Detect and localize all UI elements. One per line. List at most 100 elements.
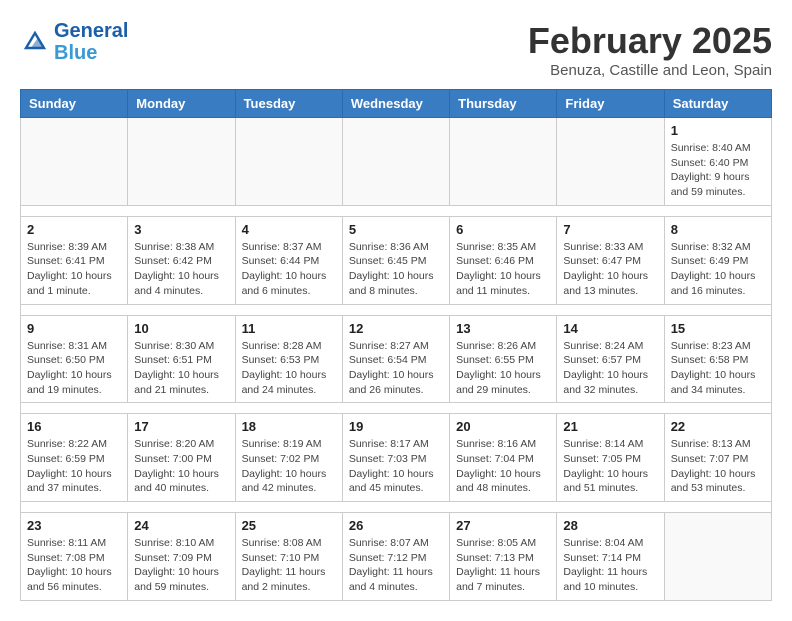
weekday-header-sunday: Sunday [21, 90, 128, 118]
day-info: Sunrise: 8:27 AM Sunset: 6:54 PM Dayligh… [349, 339, 443, 398]
calendar-cell [235, 118, 342, 206]
day-number: 27 [456, 518, 550, 533]
calendar-cell: 15 Sunrise: 8:23 AM Sunset: 6:58 PM Dayli… [664, 315, 771, 403]
calendar-cell [664, 513, 771, 601]
day-number: 10 [134, 321, 228, 336]
calendar-cell: 27 Sunrise: 8:05 AM Sunset: 7:13 PM Dayli… [450, 513, 557, 601]
day-info: Sunrise: 8:19 AM Sunset: 7:02 PM Dayligh… [242, 437, 336, 496]
day-number: 17 [134, 419, 228, 434]
day-info: Sunrise: 8:11 AM Sunset: 7:08 PM Dayligh… [27, 536, 121, 595]
day-number: 1 [671, 123, 765, 138]
calendar-cell: 1 Sunrise: 8:40 AM Sunset: 6:40 PM Daylig… [664, 118, 771, 206]
day-info: Sunrise: 8:36 AM Sunset: 6:45 PM Dayligh… [349, 240, 443, 299]
day-number: 4 [242, 222, 336, 237]
day-info: Sunrise: 8:13 AM Sunset: 7:07 PM Dayligh… [671, 437, 765, 496]
calendar-cell: 7Sunrise: 8:33 AM Sunset: 6:47 PM Daylig… [557, 216, 664, 304]
weekday-header-tuesday: Tuesday [235, 90, 342, 118]
day-info: Sunrise: 8:10 AM Sunset: 7:09 PM Dayligh… [134, 536, 228, 595]
day-info: Sunrise: 8:22 AM Sunset: 6:59 PM Dayligh… [27, 437, 121, 496]
page-header: General Blue February 2025 Benuza, Casti… [20, 20, 772, 79]
day-number: 26 [349, 518, 443, 533]
calendar-cell: 18 Sunrise: 8:19 AM Sunset: 7:02 PM Dayli… [235, 414, 342, 502]
calendar-cell: 21Sunrise: 8:14 AM Sunset: 7:05 PM Dayli… [557, 414, 664, 502]
calendar-cell: 16 Sunrise: 8:22 AM Sunset: 6:59 PM Dayli… [21, 414, 128, 502]
day-info: Sunrise: 8:40 AM Sunset: 6:40 PM Dayligh… [671, 141, 765, 200]
calendar-cell: 25 Sunrise: 8:08 AM Sunset: 7:10 PM Dayli… [235, 513, 342, 601]
week-spacer [21, 403, 772, 414]
calendar-cell: 10 Sunrise: 8:30 AM Sunset: 6:51 PM Dayli… [128, 315, 235, 403]
calendar-cell: 22 Sunrise: 8:13 AM Sunset: 7:07 PM Dayli… [664, 414, 771, 502]
calendar-body: 1 Sunrise: 8:40 AM Sunset: 6:40 PM Daylig… [21, 118, 772, 601]
day-number: 14 [563, 321, 657, 336]
week-spacer [21, 205, 772, 216]
day-info: Sunrise: 8:05 AM Sunset: 7:13 PM Dayligh… [456, 536, 550, 595]
day-info: Sunrise: 8:04 AM Sunset: 7:14 PM Dayligh… [563, 536, 657, 595]
day-info: Sunrise: 8:24 AM Sunset: 6:57 PM Dayligh… [563, 339, 657, 398]
calendar-cell [128, 118, 235, 206]
calendar-cell: 23 Sunrise: 8:11 AM Sunset: 7:08 PM Dayli… [21, 513, 128, 601]
logo-text: General Blue [54, 20, 128, 64]
day-number: 20 [456, 419, 550, 434]
day-number: 28 [563, 518, 657, 533]
calendar-cell: 6Sunrise: 8:35 AM Sunset: 6:46 PM Daylig… [450, 216, 557, 304]
day-number: 11 [242, 321, 336, 336]
calendar-cell: 8 Sunrise: 8:32 AM Sunset: 6:49 PM Daylig… [664, 216, 771, 304]
day-number: 21 [563, 419, 657, 434]
calendar-table: SundayMondayTuesdayWednesdayThursdayFrid… [20, 89, 772, 601]
weekday-header-thursday: Thursday [450, 90, 557, 118]
calendar-week-2: 2 Sunrise: 8:39 AM Sunset: 6:41 PM Daylig… [21, 216, 772, 304]
weekday-header-monday: Monday [128, 90, 235, 118]
calendar-cell: 5 Sunrise: 8:36 AM Sunset: 6:45 PM Daylig… [342, 216, 449, 304]
logo-icon [20, 27, 50, 57]
day-number: 3 [134, 222, 228, 237]
calendar-cell: 17Sunrise: 8:20 AM Sunset: 7:00 PM Dayli… [128, 414, 235, 502]
day-info: Sunrise: 8:37 AM Sunset: 6:44 PM Dayligh… [242, 240, 336, 299]
calendar-week-5: 23 Sunrise: 8:11 AM Sunset: 7:08 PM Dayli… [21, 513, 772, 601]
day-number: 22 [671, 419, 765, 434]
calendar-cell [557, 118, 664, 206]
day-info: Sunrise: 8:28 AM Sunset: 6:53 PM Dayligh… [242, 339, 336, 398]
weekday-header-row: SundayMondayTuesdayWednesdayThursdayFrid… [21, 90, 772, 118]
day-number: 2 [27, 222, 121, 237]
day-info: Sunrise: 8:38 AM Sunset: 6:42 PM Dayligh… [134, 240, 228, 299]
weekday-header-friday: Friday [557, 90, 664, 118]
day-number: 16 [27, 419, 121, 434]
day-number: 6 [456, 222, 550, 237]
calendar-cell: 14 Sunrise: 8:24 AM Sunset: 6:57 PM Dayli… [557, 315, 664, 403]
day-number: 15 [671, 321, 765, 336]
day-number: 18 [242, 419, 336, 434]
calendar-cell: 3 Sunrise: 8:38 AM Sunset: 6:42 PM Daylig… [128, 216, 235, 304]
day-number: 5 [349, 222, 443, 237]
calendar-cell [21, 118, 128, 206]
calendar-week-3: 9Sunrise: 8:31 AM Sunset: 6:50 PM Daylig… [21, 315, 772, 403]
day-info: Sunrise: 8:39 AM Sunset: 6:41 PM Dayligh… [27, 240, 121, 299]
day-info: Sunrise: 8:26 AM Sunset: 6:55 PM Dayligh… [456, 339, 550, 398]
day-number: 19 [349, 419, 443, 434]
week-spacer [21, 304, 772, 315]
calendar-cell: 24 Sunrise: 8:10 AM Sunset: 7:09 PM Dayli… [128, 513, 235, 601]
calendar-cell: 26 Sunrise: 8:07 AM Sunset: 7:12 PM Dayli… [342, 513, 449, 601]
logo: General Blue [20, 20, 128, 64]
calendar-week-4: 16 Sunrise: 8:22 AM Sunset: 6:59 PM Dayli… [21, 414, 772, 502]
day-number: 8 [671, 222, 765, 237]
day-number: 24 [134, 518, 228, 533]
day-number: 13 [456, 321, 550, 336]
day-info: Sunrise: 8:17 AM Sunset: 7:03 PM Dayligh… [349, 437, 443, 496]
weekday-header-saturday: Saturday [664, 90, 771, 118]
day-info: Sunrise: 8:16 AM Sunset: 7:04 PM Dayligh… [456, 437, 550, 496]
calendar-cell: 9Sunrise: 8:31 AM Sunset: 6:50 PM Daylig… [21, 315, 128, 403]
location: Benuza, Castille and Leon, Spain [528, 62, 772, 79]
weekday-header-wednesday: Wednesday [342, 90, 449, 118]
calendar-cell [450, 118, 557, 206]
day-info: Sunrise: 8:07 AM Sunset: 7:12 PM Dayligh… [349, 536, 443, 595]
day-number: 9 [27, 321, 121, 336]
day-number: 23 [27, 518, 121, 533]
day-info: Sunrise: 8:23 AM Sunset: 6:58 PM Dayligh… [671, 339, 765, 398]
day-info: Sunrise: 8:08 AM Sunset: 7:10 PM Dayligh… [242, 536, 336, 595]
calendar-header: SundayMondayTuesdayWednesdayThursdayFrid… [21, 90, 772, 118]
calendar-cell: 11 Sunrise: 8:28 AM Sunset: 6:53 PM Dayli… [235, 315, 342, 403]
day-info: Sunrise: 8:32 AM Sunset: 6:49 PM Dayligh… [671, 240, 765, 299]
day-info: Sunrise: 8:30 AM Sunset: 6:51 PM Dayligh… [134, 339, 228, 398]
day-number: 25 [242, 518, 336, 533]
month-title: February 2025 [528, 20, 772, 62]
